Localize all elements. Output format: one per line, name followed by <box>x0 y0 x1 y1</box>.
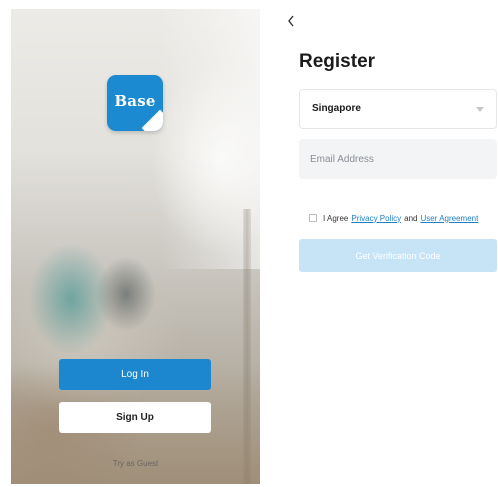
country-select-value: Singapore <box>312 103 361 114</box>
signup-button[interactable]: Sign Up <box>59 402 211 433</box>
chevron-down-icon <box>476 107 484 112</box>
app-logo: Base <box>107 75 163 131</box>
agree-prefix-text: I Agree <box>323 213 349 223</box>
chevron-left-icon-svg <box>288 15 294 27</box>
country-select[interactable]: Singapore <box>299 89 497 129</box>
agree-checkbox[interactable] <box>309 214 317 222</box>
app-logo-corner <box>141 109 163 131</box>
app-logo-text: Base <box>114 92 156 110</box>
get-verification-code-button[interactable]: Get Verification Code <box>299 239 497 272</box>
user-agreement-link[interactable]: User Agreement <box>421 214 479 223</box>
agree-and-text: and <box>404 213 418 223</box>
welcome-screen: Base Log In Sign Up Try as Guest <box>11 9 260 484</box>
try-as-guest-link[interactable]: Try as Guest <box>11 459 260 468</box>
email-field[interactable] <box>299 139 497 179</box>
chevron-left-icon[interactable] <box>286 14 300 30</box>
agreement-row: I Agree Privacy Policy and User Agreemen… <box>309 212 481 224</box>
page-title: Register <box>299 51 376 72</box>
login-button[interactable]: Log In <box>59 359 211 390</box>
privacy-policy-link[interactable]: Privacy Policy <box>351 214 401 223</box>
